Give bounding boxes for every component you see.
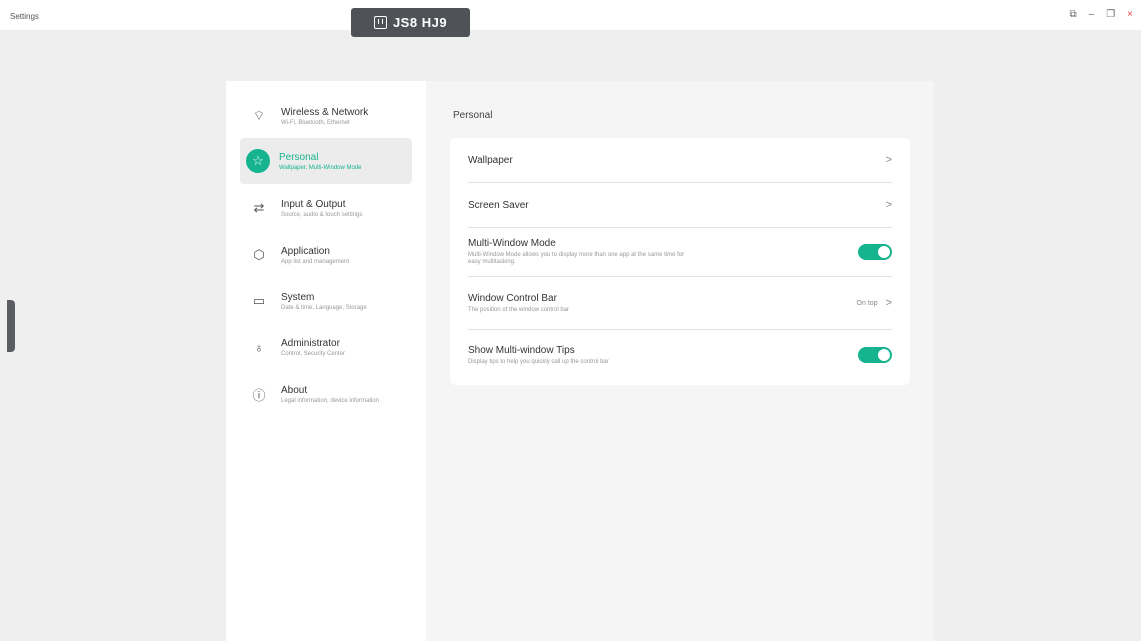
toggle-knob	[878, 349, 890, 361]
picture-in-picture-icon[interactable]: ⧉	[1069, 9, 1076, 20]
chevron-right-icon: >	[885, 199, 892, 211]
side-drawer-handle[interactable]	[7, 300, 15, 352]
multi-window-mode-row: Multi-Window Mode Multi-Window Mode allo…	[468, 228, 892, 277]
sidebar-item-input-output[interactable]: ⇄ Input & Output Source, audio & touch s…	[240, 185, 412, 231]
wallpaper-row[interactable]: Wallpaper >	[468, 138, 892, 183]
sidebar-item-wireless-network[interactable]: ⌔ Wireless & Network Wi-Fi, Bluetooth, E…	[240, 93, 412, 139]
row-label: Window Control Bar	[468, 292, 557, 304]
row-desc: Display tips to help you quickly call up…	[468, 358, 609, 365]
row-label: Screen Saver	[468, 199, 529, 211]
arrows-icon: ⇄	[253, 200, 265, 215]
show-multi-window-tips-row: Show Multi-window Tips Display tips to h…	[468, 330, 892, 380]
display-icon: ▭	[252, 293, 266, 308]
sidebar-item-label: Administrator	[281, 337, 340, 349]
sidebar-item-label: System	[281, 291, 315, 303]
window-controls: ⧉ – ❐ ×	[1069, 9, 1133, 20]
row-desc: The position of the window control bar	[468, 306, 570, 313]
multi-window-mode-toggle[interactable]	[858, 244, 892, 260]
sidebar-item-desc: App list and management	[281, 258, 350, 265]
sidebar: ⌔ Wireless & Network Wi-Fi, Bluetooth, E…	[226, 81, 426, 641]
window-control-bar-row[interactable]: Window Control Bar The position of the w…	[468, 277, 892, 330]
star-icon: ☆	[246, 149, 270, 173]
row-label: Wallpaper	[468, 154, 513, 166]
minimize-icon[interactable]: –	[1089, 9, 1095, 20]
device-icon	[373, 16, 387, 29]
show-multi-window-tips-toggle[interactable]	[858, 347, 892, 363]
row-label: Show Multi-window Tips	[468, 344, 575, 356]
info-icon: ⓘ	[252, 387, 266, 403]
sidebar-item-desc: Legal information, device information	[281, 397, 380, 404]
title-bar: Settings ⧉ – ❐ ×	[0, 0, 1141, 30]
sidebar-item-application[interactable]: ⬡ Application App list and management	[240, 232, 412, 278]
settings-card: Wallpaper > Screen Saver > Multi-Window …	[450, 138, 910, 385]
close-icon[interactable]: ×	[1127, 9, 1133, 20]
device-code: JS8 HJ9	[392, 15, 448, 30]
sidebar-item-label: Wireless & Network	[281, 106, 369, 118]
chevron-right-icon: >	[885, 154, 892, 166]
screen-saver-row[interactable]: Screen Saver >	[468, 183, 892, 228]
sidebar-item-label: Personal	[279, 151, 319, 163]
user-icon: ♁	[254, 339, 264, 355]
sidebar-item-desc: Control, Security Center	[281, 350, 346, 357]
sidebar-item-system[interactable]: ▭ System Date & time, Language, Storage	[240, 278, 412, 324]
sidebar-item-personal[interactable]: ☆ Personal Wallpaper, Multi-Window Mode	[240, 138, 412, 184]
sidebar-item-about[interactable]: ⓘ About Legal information, device inform…	[240, 371, 412, 417]
sidebar-item-desc: Source, audio & touch settings	[281, 211, 363, 218]
page-title: Personal	[453, 110, 493, 121]
restore-icon[interactable]: ❐	[1106, 9, 1115, 20]
wifi-icon: ⌔	[252, 108, 266, 123]
row-label: Multi-Window Mode	[468, 238, 556, 249]
sidebar-item-label: Application	[281, 245, 330, 257]
chevron-right-icon: >	[885, 297, 892, 309]
settings-panel: ⌔ Wireless & Network Wi-Fi, Bluetooth, E…	[226, 81, 934, 641]
sidebar-item-label: About	[281, 384, 308, 396]
device-code-badge: JS8 HJ9	[351, 8, 470, 37]
sidebar-item-administrator[interactable]: ♁ Administrator Control, Security Center	[240, 324, 412, 370]
row-desc: Multi-Window Mode allows you to display …	[468, 252, 685, 265]
sidebar-item-label: Input & Output	[281, 198, 346, 210]
app-title: Settings	[10, 12, 39, 21]
sidebar-item-desc: Wallpaper, Multi-Window Mode	[279, 164, 362, 171]
sidebar-item-desc: Wi-Fi, Bluetooth, Ethernet	[281, 119, 350, 126]
window-control-bar-value: On top	[856, 299, 878, 307]
toggle-knob	[878, 246, 890, 258]
cube-icon: ⬡	[253, 247, 265, 262]
sidebar-item-desc: Date & time, Language, Storage	[281, 304, 367, 311]
